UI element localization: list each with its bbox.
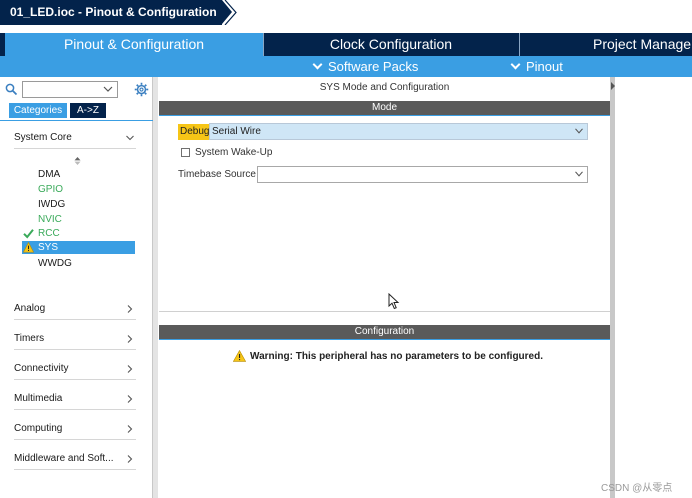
debug-value: Serial Wire — [212, 126, 261, 137]
group-label: System Core — [14, 132, 72, 143]
list-item-label: RCC — [38, 228, 60, 239]
tab-pinout-configuration[interactable]: Pinout & Configuration — [5, 33, 263, 56]
pinout-label: Pinout — [526, 59, 563, 74]
group-timers[interactable]: Timers — [14, 328, 136, 350]
chevron-right-icon — [127, 395, 133, 403]
title-bar: 01_LED.ioc - Pinout & Configuration — [0, 0, 692, 25]
group-label: Middleware and Soft... — [14, 453, 114, 464]
list-item-rcc[interactable]: RCC — [22, 227, 135, 240]
group-system-core[interactable]: System Core — [14, 127, 136, 149]
sub-toolbar: Software Packs Pinout — [0, 56, 692, 77]
chevron-down-icon[interactable] — [103, 85, 113, 93]
search-row — [0, 80, 153, 98]
list-item-label: WWDG — [38, 258, 72, 269]
chevron-right-icon — [127, 365, 133, 373]
group-label: Timers — [14, 333, 45, 344]
panel-splitter[interactable] — [153, 77, 158, 498]
list-item-iwdg[interactable]: IWDG — [22, 198, 135, 211]
mode-config-panel: SYS Mode and Configuration Mode Debug Se… — [159, 77, 610, 498]
chevron-down-icon — [575, 128, 583, 134]
warning-icon — [233, 350, 246, 362]
breadcrumb-chevron-icon — [224, 0, 237, 25]
software-packs-menu[interactable]: Software Packs — [312, 56, 419, 77]
debug-label: Debug — [178, 124, 212, 140]
list-item-wwdg[interactable]: WWDG — [22, 257, 135, 270]
list-item-sys[interactable]: SYS — [22, 241, 135, 254]
group-label: Computing — [14, 423, 63, 434]
group-middleware[interactable]: Middleware and Soft... — [14, 448, 136, 470]
software-packs-label: Software Packs — [328, 59, 419, 74]
chevron-down-icon — [126, 135, 134, 141]
check-icon — [23, 229, 34, 239]
main-tabs: Pinout & Configuration Clock Configurati… — [0, 33, 692, 56]
group-label: Connectivity — [14, 363, 69, 374]
list-item-dma[interactable]: DMA — [22, 168, 135, 181]
system-wakeup-label: System Wake-Up — [195, 147, 273, 158]
list-item-nvic[interactable]: NVIC — [22, 213, 135, 226]
toggle-underline — [0, 120, 153, 121]
timebase-select[interactable] — [257, 166, 588, 183]
list-item-label: IWDG — [38, 199, 66, 210]
system-wakeup-checkbox[interactable] — [181, 148, 190, 157]
chevron-right-icon — [127, 305, 133, 313]
gear-icon[interactable] — [134, 82, 149, 97]
chevron-down-icon — [575, 171, 583, 177]
pinout-view-area — [615, 77, 692, 498]
chevron-right-icon — [127, 335, 133, 343]
group-label: Multimedia — [14, 393, 63, 404]
tab-clock-configuration[interactable]: Clock Configuration — [264, 33, 518, 56]
group-analog[interactable]: Analog — [14, 298, 136, 320]
group-multimedia[interactable]: Multimedia — [14, 388, 136, 410]
group-label: Analog — [14, 303, 46, 314]
mode-header-line — [159, 115, 610, 116]
debug-select[interactable]: Serial Wire — [209, 123, 588, 140]
configuration-header-line — [159, 339, 610, 340]
window-title: 01_LED.ioc - Pinout & Configuration — [0, 0, 222, 25]
sort-icon[interactable] — [74, 157, 81, 165]
categories-panel: Categories A->Z System Core DMA GPIO IWD… — [0, 77, 153, 498]
search-icon — [5, 83, 18, 96]
chevron-right-icon — [127, 455, 133, 463]
group-connectivity[interactable]: Connectivity — [14, 358, 136, 380]
watermark: CSDN @从零点 — [601, 483, 673, 494]
timebase-label: Timebase Source — [178, 169, 256, 180]
list-item-label: GPIO — [38, 184, 64, 195]
mode-header: Mode — [159, 101, 610, 115]
categories-button[interactable]: Categories — [9, 103, 67, 118]
list-item-label: NVIC — [38, 214, 62, 225]
section-divider — [159, 311, 610, 312]
chevron-down-icon — [312, 59, 323, 70]
pinout-menu[interactable]: Pinout — [510, 56, 563, 77]
configuration-header: Configuration — [159, 325, 610, 339]
alphabetical-button[interactable]: A->Z — [70, 103, 106, 118]
list-item-label: SYS — [38, 242, 59, 253]
mouse-pointer-icon — [388, 293, 400, 310]
chevron-right-icon — [127, 425, 133, 433]
chevron-down-icon — [510, 59, 521, 70]
list-item-label: DMA — [38, 169, 61, 180]
panel-title: SYS Mode and Configuration — [319, 82, 450, 93]
group-computing[interactable]: Computing — [14, 418, 136, 440]
warning-text: Warning: This peripheral has no paramete… — [250, 351, 544, 362]
tab-project-manager[interactable]: Project Manage — [520, 33, 692, 56]
list-item-gpio[interactable]: GPIO — [22, 183, 135, 196]
warning-icon — [23, 242, 34, 253]
